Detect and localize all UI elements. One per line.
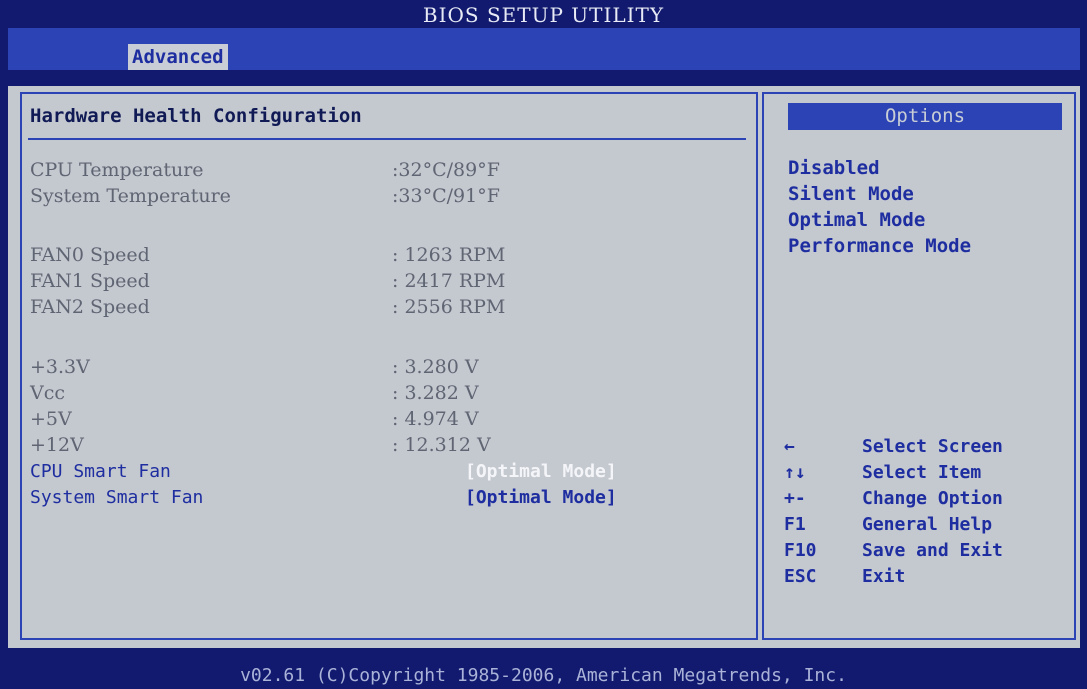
help-exit: Exit — [862, 566, 906, 587]
options-header: Options — [788, 103, 1062, 130]
cpu-smart-fan-item[interactable]: CPU Smart Fan — [30, 459, 171, 485]
cpu-smart-fan-value[interactable]: [Optimal Mode] — [465, 459, 617, 485]
cpu-temperature-value: :32°C/89°F — [392, 159, 500, 181]
help-select-screen: Select Screen — [862, 436, 1003, 457]
system-smart-fan-item[interactable]: System Smart Fan — [30, 485, 203, 511]
voltage-5v-value: : 4.974 V — [392, 408, 479, 430]
system-temperature-label: System Temperature — [30, 185, 231, 207]
option-optimal-mode[interactable]: Optimal Mode — [788, 207, 925, 233]
fan0-speed-value: : 1263 RPM — [392, 244, 506, 266]
f1-key: F1 — [784, 514, 806, 535]
help-select-item: Select Item — [862, 462, 982, 483]
left-arrow-icon: ← — [784, 436, 795, 457]
esc-key: ESC — [784, 566, 817, 587]
help-general-help: General Help — [862, 514, 993, 535]
section-title: Hardware Health Configuration — [30, 105, 362, 127]
fan1-speed-label: FAN1 Speed — [30, 270, 150, 292]
option-disabled[interactable]: Disabled — [788, 155, 880, 181]
up-down-arrows-icon: ↑↓ — [784, 462, 806, 483]
cpu-temperature-label: CPU Temperature — [30, 159, 204, 181]
section-divider — [28, 138, 746, 140]
fan0-speed-label: FAN0 Speed — [30, 244, 150, 266]
option-silent-mode[interactable]: Silent Mode — [788, 181, 914, 207]
tab-advanced[interactable]: Advanced — [128, 44, 228, 70]
voltage-5v-label: +5V — [30, 408, 72, 430]
voltage-3v3-value: : 3.280 V — [392, 356, 479, 378]
f10-key: F10 — [784, 540, 817, 561]
voltage-12v-label: +12V — [30, 434, 84, 456]
system-temperature-value: :33°C/91°F — [392, 185, 500, 207]
help-change-option: Change Option — [862, 488, 1003, 509]
voltage-vcc-value: : 3.282 V — [392, 382, 479, 404]
voltage-vcc-label: Vcc — [30, 382, 66, 404]
voltage-12v-value: : 12.312 V — [392, 434, 491, 456]
option-performance-mode[interactable]: Performance Mode — [788, 233, 971, 259]
fan2-speed-label: FAN2 Speed — [30, 296, 150, 318]
copyright-footer: v02.61 (C)Copyright 1985-2006, American … — [240, 665, 847, 686]
plus-minus-key: +- — [784, 488, 806, 509]
help-save-and-exit: Save and Exit — [862, 540, 1003, 561]
system-smart-fan-value[interactable]: [Optimal Mode] — [465, 485, 617, 511]
bios-title: BIOS SETUP UTILITY — [422, 3, 665, 27]
fan1-speed-value: : 2417 RPM — [392, 270, 506, 292]
voltage-3v3-label: +3.3V — [30, 356, 90, 378]
fan2-speed-value: : 2556 RPM — [392, 296, 506, 318]
